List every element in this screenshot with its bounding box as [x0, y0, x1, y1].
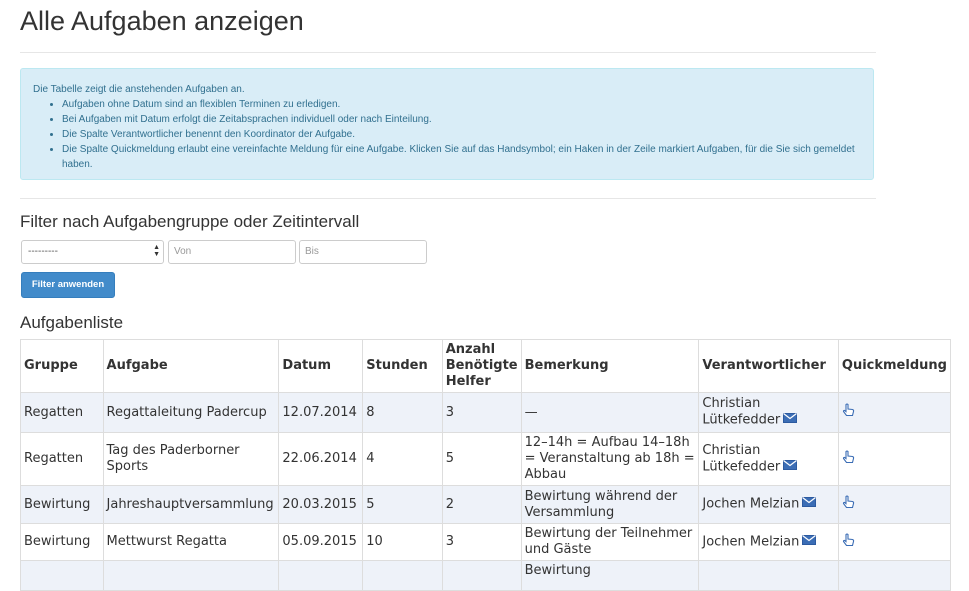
group-select[interactable]: --------- ▲ ▼ — [21, 240, 164, 264]
cell-quick — [837, 560, 952, 591]
cell-helpers: 3 — [441, 523, 522, 561]
info-alert: Die Tabelle zeigt die anstehenden Aufgab… — [20, 68, 874, 180]
hand-pointer-icon[interactable] — [842, 532, 855, 552]
cell-group: Bewirtung — [20, 523, 104, 561]
divider — [20, 52, 876, 53]
cell-group: Regatten — [20, 432, 104, 486]
responsible-name: Jochen Melzian — [702, 534, 800, 550]
cell-task: Regattaleitung Padercup — [102, 392, 280, 433]
table-row: Regatten Tag des Paderborner Sports 22.0… — [20, 432, 952, 486]
hand-pointer-icon[interactable] — [842, 495, 855, 514]
info-list: Aufgaben ohne Datum sind an flexiblen Te… — [33, 97, 861, 172]
tasks-table: Gruppe Aufgabe Datum Stunden Anzahl Benö… — [20, 339, 952, 591]
cell-hours: 10 — [362, 523, 443, 561]
info-bullet: Aufgaben ohne Datum sind an flexiblen Te… — [62, 97, 861, 112]
cell-quick — [837, 432, 952, 486]
divider — [20, 198, 876, 199]
column-header-quick[interactable]: Quickmeldung — [837, 339, 952, 393]
cell-task — [102, 560, 280, 591]
apply-filter-button[interactable]: Filter anwenden — [21, 272, 115, 298]
responsible-name: Christian Lütkefedder — [702, 442, 781, 475]
cell-remark: — — [520, 392, 700, 433]
hand-pointer-icon[interactable] — [842, 403, 855, 422]
hand-pointer-icon[interactable] — [842, 449, 855, 469]
table-row: Regatten Regattaleitung Padercup 12.07.2… — [20, 392, 952, 433]
cell-date — [278, 560, 364, 591]
cell-helpers — [441, 560, 522, 591]
cell-responsible: Christian Lütkefedder — [698, 432, 839, 486]
envelope-icon[interactable] — [802, 496, 817, 512]
filter-heading: Filter nach Aufgabengruppe oder Zeitinte… — [20, 212, 360, 231]
cell-hours: 4 — [362, 432, 443, 486]
cell-hours: 8 — [362, 392, 443, 433]
list-heading: Aufgabenliste — [20, 313, 124, 332]
cell-task: Jahreshauptversammlung — [102, 485, 280, 524]
cell-remark: Bewirtung — [520, 560, 700, 591]
from-date-input[interactable]: Von — [168, 240, 296, 264]
cell-helpers: 5 — [441, 432, 522, 486]
column-header-task[interactable]: Aufgabe — [102, 339, 280, 393]
cell-task: Mettwurst Regatta — [102, 523, 280, 561]
cell-responsible: Jochen Melzian — [698, 485, 839, 524]
cell-remark: Bewirtung der Teilnehmer und Gäste — [520, 523, 700, 561]
cell-responsible: Jochen Melzian — [698, 523, 839, 561]
cell-helpers: 2 — [441, 485, 522, 524]
cell-quick — [837, 485, 952, 524]
table-row: Bewirtung Jahreshauptversammlung 20.03.2… — [20, 485, 952, 524]
column-header-responsible[interactable]: Verantwortlicher — [698, 339, 839, 393]
envelope-icon[interactable] — [783, 412, 798, 428]
column-header-remark[interactable]: Bemerkung — [520, 339, 700, 393]
cell-date: 12.07.2014 — [278, 392, 364, 433]
page-title: Alle Aufgaben anzeigen — [20, 6, 304, 36]
cell-remark: 12–14h = Aufbau 14–18h = Veranstaltung a… — [520, 432, 700, 486]
responsible-name: Christian Lütkefedder — [702, 396, 781, 428]
cell-task: Tag des Paderborner Sports — [102, 432, 280, 486]
group-select-value: --------- — [28, 246, 58, 257]
cell-hours — [362, 560, 443, 591]
info-intro: Die Tabelle zeigt die anstehenden Aufgab… — [33, 84, 245, 95]
column-header-date[interactable]: Datum — [278, 339, 364, 393]
column-header-hours[interactable]: Stunden — [362, 339, 443, 393]
info-bullet: Bei Aufgaben mit Datum erfolgt die Zeita… — [62, 112, 861, 127]
info-bullet: Die Spalte Verantwortlicher benennt den … — [62, 127, 861, 142]
cell-group: Bewirtung — [20, 485, 104, 524]
cell-quick — [837, 392, 952, 433]
cell-responsible: Christian Lütkefedder — [698, 392, 839, 433]
responsible-name: Jochen Melzian — [702, 496, 800, 512]
cell-helpers: 3 — [441, 392, 522, 433]
cell-responsible — [698, 560, 839, 591]
table-row: Bewirtung Mettwurst Regatta 05.09.2015 1… — [20, 523, 952, 561]
table-header-row: Gruppe Aufgabe Datum Stunden Anzahl Benö… — [20, 339, 952, 393]
cell-hours: 5 — [362, 485, 443, 524]
cell-date: 22.06.2014 — [278, 432, 364, 486]
cell-date: 05.09.2015 — [278, 523, 364, 561]
envelope-icon[interactable] — [802, 534, 817, 550]
to-date-input[interactable]: Bis — [299, 240, 427, 264]
info-bullet: Die Spalte Quickmeldung erlaubt eine ver… — [62, 142, 861, 172]
column-header-helpers[interactable]: Anzahl Benötigte Helfer — [441, 339, 522, 393]
cell-date: 20.03.2015 — [278, 485, 364, 524]
envelope-icon[interactable] — [783, 459, 798, 475]
cell-group — [20, 560, 104, 591]
column-header-group[interactable]: Gruppe — [20, 339, 104, 393]
select-arrows-icon: ▲ ▼ — [153, 244, 160, 258]
cell-group: Regatten — [20, 392, 104, 433]
table-row: Bewirtung — [20, 560, 952, 591]
cell-quick — [837, 523, 952, 561]
cell-remark: Bewirtung während der Versammlung — [520, 485, 700, 524]
